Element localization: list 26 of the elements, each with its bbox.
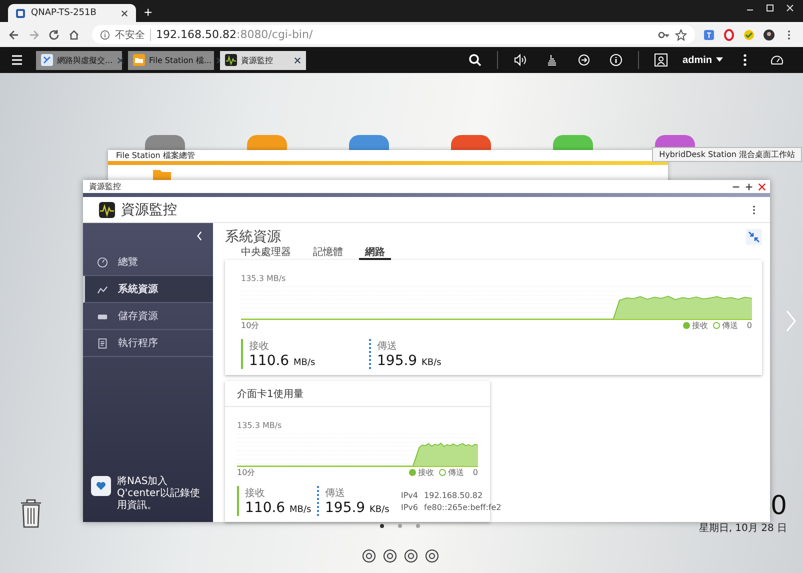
address-label: IPv4 bbox=[401, 490, 418, 500]
stat-block: 傳送 195.9 KB/s bbox=[369, 339, 489, 369]
tooltip: HybridDesk Station 混合桌面工作站 bbox=[652, 147, 802, 162]
stat-block: 接收 110.6 MB/s bbox=[237, 486, 309, 516]
legend-item: 傳送 bbox=[438, 467, 464, 478]
address-value: 192.168.50.82 bbox=[424, 490, 483, 500]
section-title: 系統資源 bbox=[225, 228, 281, 246]
axis-label: 10分 bbox=[237, 467, 256, 478]
axis-label: 0 bbox=[472, 468, 478, 477]
axis-label: 135.3 MB/s bbox=[237, 421, 282, 430]
stat-block: 傳送 195.9 KB/s bbox=[317, 486, 389, 516]
date-text: 星期日, 10月 28 日 bbox=[698, 522, 787, 535]
clock-text: 0 bbox=[770, 491, 787, 521]
desktop-background: File Station 檔案總管 HybridDesk Station 混合桌面工作站 0 星期日, 10月 28 日 資源監控 資源監控 總覽 系統資源 儲存資源 執行程序 將NAS加入Q'center以記錄使用資訊。 系統資源 中央處理器 記憶體 網路 135.3 MB/s 10分 接收 傳送 0 接收 110.6 MB/s 傳送 195.9 KB/s 介面卡1使用量 135.3 MB/s 10分 接收 傳送 0 接收 110.6 MB/s 傳送 195.9 KB/s IPv4 192.168.50.82 IPv6 fe80::265e:beff:fe2 bbox=[0, 73, 803, 573]
stat-block: 接收 110.6 MB/s bbox=[241, 339, 361, 369]
card-title: 介面卡1使用量 bbox=[225, 381, 490, 407]
legend-item: 傳送 bbox=[712, 320, 738, 331]
address-value: fe80::265e:beff:fe2 bbox=[424, 502, 502, 512]
address-label: IPv6 bbox=[401, 502, 418, 512]
legend-item: 接收 bbox=[682, 320, 708, 331]
notice-text: 將NAS加入Q'center以記錄使用資訊。 bbox=[117, 476, 201, 512]
window-title: File Station 檔案總管 bbox=[116, 150, 195, 161]
axis-label: 135.3 MB/s bbox=[241, 274, 286, 283]
axis-label: 0 bbox=[746, 321, 752, 330]
legend-item: 接收 bbox=[408, 467, 434, 478]
axis-label: 10分 bbox=[241, 320, 260, 331]
